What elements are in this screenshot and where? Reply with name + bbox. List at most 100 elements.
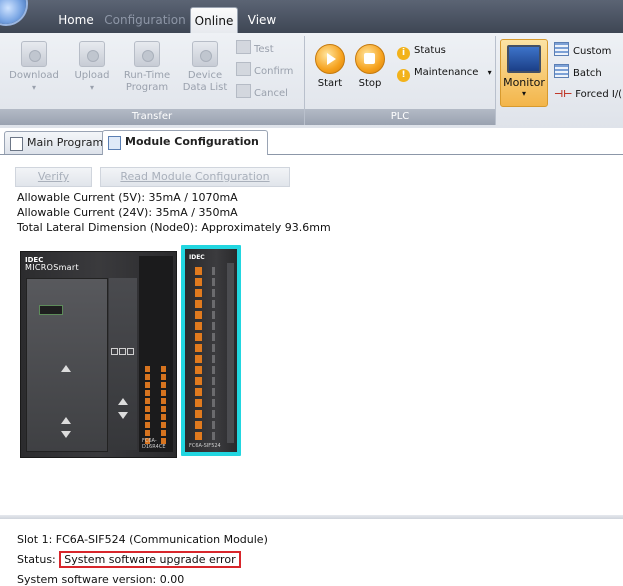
- tab-online[interactable]: Online: [190, 7, 238, 34]
- forced-io-button[interactable]: ⊣⊢ Forced I/(: [554, 86, 622, 104]
- stop-label: Stop: [358, 78, 382, 89]
- comm-side-strip: [227, 263, 234, 443]
- document-icon: [10, 137, 23, 151]
- cancel-button[interactable]: Cancel: [236, 84, 288, 102]
- play-icon: [315, 44, 345, 74]
- confirm-button[interactable]: Confirm: [236, 62, 293, 80]
- chevron-down-icon: ▾: [89, 83, 94, 92]
- download-button[interactable]: Download ▾: [8, 41, 60, 94]
- ribbon: Download ▾ Upload ▾ Run-Time Program Dev…: [0, 33, 623, 129]
- download-label: Download: [9, 70, 59, 81]
- monitor-button[interactable]: Monitor ▾: [500, 39, 548, 107]
- arrow-up-icon: [61, 365, 71, 372]
- custom-button[interactable]: Custom: [554, 42, 611, 60]
- device-data-list-icon: [192, 41, 218, 67]
- upload-button[interactable]: Upload ▾: [68, 41, 116, 94]
- confirm-icon: [236, 62, 251, 76]
- tab-home[interactable]: Home: [52, 9, 100, 31]
- status-button-label: Status: [414, 45, 446, 56]
- tab-main-program-label: Main Program: [27, 136, 104, 149]
- upload-icon: [79, 41, 105, 67]
- batch-button[interactable]: Batch: [554, 64, 602, 82]
- chevron-down-icon: ▾: [521, 89, 526, 98]
- cpu-status-panel: [109, 278, 137, 450]
- communication-module-body: IDEC FC6A-SIF524: [185, 249, 237, 452]
- warning-icon: !: [397, 69, 410, 82]
- read-module-configuration-label: Read Module Configuration: [120, 170, 270, 183]
- custom-monitor-icon: [554, 42, 569, 56]
- maintenance-button[interactable]: ! Maintenance ▾: [397, 64, 492, 82]
- cpu-module[interactable]: IDEC MICROSmart FC6A-D16R4CE: [20, 251, 177, 458]
- confirm-label: Confirm: [254, 66, 294, 77]
- tab-module-configuration-label: Module Configuration: [125, 135, 259, 148]
- plc-caption: PLC: [305, 109, 495, 125]
- start-label: Start: [317, 78, 343, 89]
- transfer-caption: Transfer: [0, 109, 304, 125]
- cpu-io-terminals: FC6A-D16R4CE: [139, 256, 173, 452]
- monitor-group: Monitor ▾ Custom Batch ⊣⊢ Forced I/(: [496, 36, 623, 125]
- comm-brand: IDEC: [189, 254, 205, 261]
- run-time-program-label-2: Program: [125, 82, 169, 93]
- arrow-down-icon: [61, 431, 71, 438]
- terminal-block: [161, 366, 166, 446]
- status-button[interactable]: i Status: [397, 42, 446, 60]
- tab-main-program[interactable]: Main Program: [4, 131, 113, 154]
- verify-button[interactable]: Verify: [15, 167, 92, 187]
- communication-module-selected[interactable]: IDEC FC6A-SIF524: [181, 245, 241, 456]
- status-label: Status:: [17, 553, 56, 566]
- comm-model-label: FC6A-SIF524: [189, 443, 221, 449]
- module-configuration-icon: [108, 136, 121, 150]
- cpu-series: MICROSmart: [25, 263, 79, 272]
- chevron-down-icon: ▾: [31, 83, 36, 92]
- status-value: System software upgrade error: [59, 551, 241, 568]
- application-menu-button[interactable]: [0, 0, 26, 24]
- maintenance-label: Maintenance: [414, 67, 479, 78]
- test-label: Test: [254, 44, 274, 55]
- plc-group: Start Stop i Status ! Maintenance ▾ PLC: [305, 36, 496, 125]
- system-software-version: System software version: 0.00: [17, 573, 185, 586]
- arrow-down-icon: [118, 412, 128, 419]
- arrow-up-icon: [61, 417, 71, 424]
- tab-configuration[interactable]: Configuration: [104, 9, 186, 31]
- start-button[interactable]: Start: [311, 44, 349, 90]
- status-led: [111, 348, 118, 355]
- status-led: [127, 348, 134, 355]
- batch-monitor-icon: [554, 64, 569, 78]
- module-configuration-view: Verify Read Module Configuration Allowab…: [0, 155, 623, 586]
- monitor-label: Monitor: [503, 76, 545, 89]
- cpu-front-panel: [26, 278, 108, 452]
- allowable-current-24v: Allowable Current (24V): 35mA / 350mA: [17, 206, 238, 219]
- terminal-block: [145, 366, 150, 446]
- tab-view[interactable]: View: [242, 9, 282, 31]
- chevron-down-icon: ▾: [487, 68, 492, 77]
- download-icon: [21, 41, 47, 67]
- module-status-row: Status: System software upgrade error: [17, 551, 241, 568]
- allowable-current-5v: Allowable Current (5V): 35mA / 1070mA: [17, 191, 238, 204]
- device-data-list-label-2: Data List: [182, 82, 228, 93]
- test-button[interactable]: Test: [236, 40, 274, 58]
- cancel-label: Cancel: [254, 88, 288, 99]
- forced-io-icon: ⊣⊢: [554, 89, 573, 100]
- cpu-model-label: FC6A-D16R4CE: [142, 438, 166, 450]
- custom-label: Custom: [573, 46, 612, 57]
- device-data-list-label-1: Device: [187, 70, 223, 81]
- monitor-icon: [507, 45, 541, 73]
- info-icon: i: [397, 47, 410, 60]
- stop-button[interactable]: Stop: [351, 44, 389, 90]
- verify-label: Verify: [37, 170, 70, 183]
- terminal-screws: [212, 267, 215, 443]
- upload-label: Upload: [74, 70, 110, 81]
- tab-module-configuration[interactable]: Module Configuration: [102, 130, 268, 155]
- transfer-group: Download ▾ Upload ▾ Run-Time Program Dev…: [0, 36, 305, 125]
- run-time-program-label-1: Run-Time: [123, 70, 171, 81]
- status-led: [119, 348, 126, 355]
- slot-description: Slot 1: FC6A-SIF524 (Communication Modul…: [17, 533, 268, 546]
- terminal-block: [195, 267, 202, 443]
- device-data-list-button[interactable]: Device Data List: [178, 41, 232, 94]
- total-lateral-dimension: Total Lateral Dimension (Node0): Approxi…: [17, 221, 331, 234]
- run-time-program-button[interactable]: Run-Time Program: [120, 41, 174, 94]
- menu-bar: Home Configuration Online View: [0, 0, 623, 34]
- detail-separator: [0, 515, 623, 519]
- run-time-program-icon: [134, 41, 160, 67]
- read-module-configuration-button[interactable]: Read Module Configuration: [100, 167, 290, 187]
